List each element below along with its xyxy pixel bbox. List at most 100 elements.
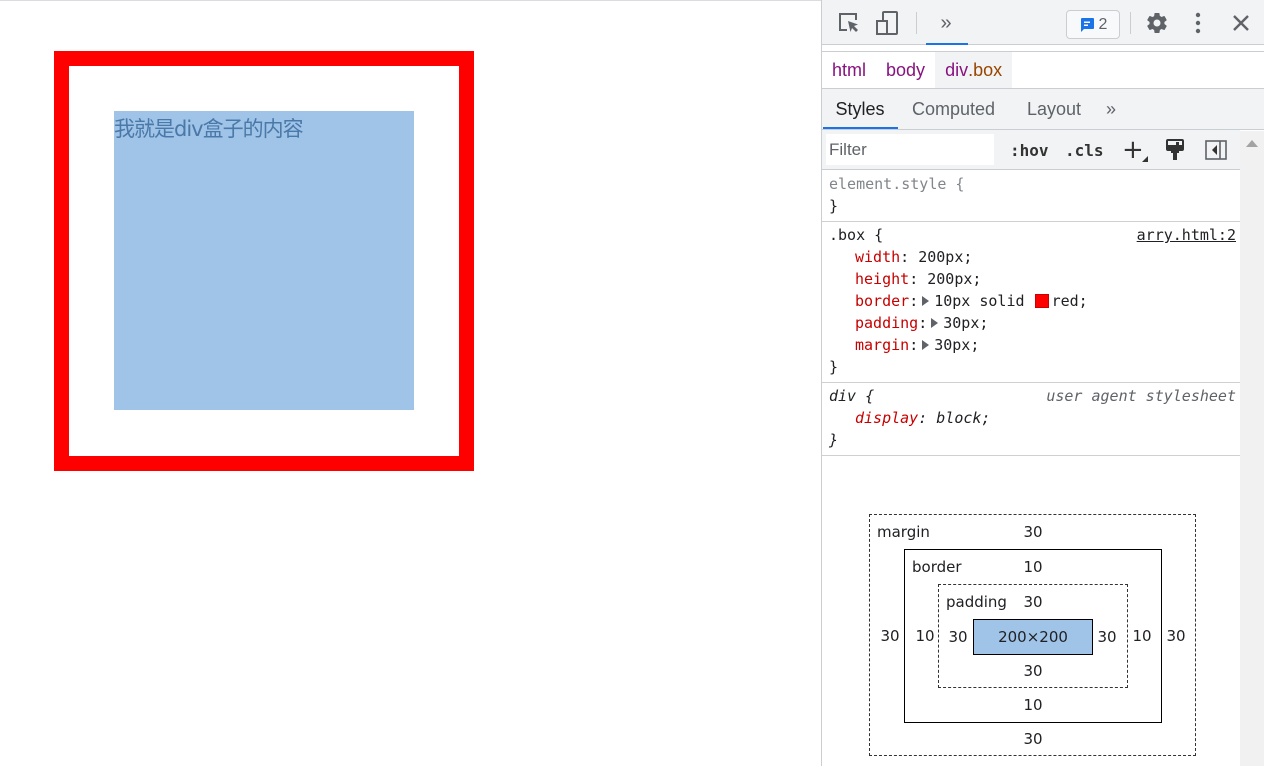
- styles-filter-bar: :hov .cls +: [822, 130, 1240, 170]
- margin-right-value[interactable]: 30: [1166, 627, 1185, 645]
- gear-icon: [1147, 13, 1167, 34]
- rule-source-link[interactable]: arry.html:2: [1137, 224, 1236, 246]
- toggle-element-state-button[interactable]: :hov: [1010, 136, 1049, 164]
- box-model-content[interactable]: 200×200: [973, 619, 1093, 655]
- property-value[interactable]: 200px;: [927, 270, 981, 288]
- sidebar-toggle-icon: [1205, 140, 1227, 160]
- expand-shorthand-icon[interactable]: [922, 340, 930, 350]
- settings-button[interactable]: [1144, 10, 1170, 36]
- property-name[interactable]: width: [855, 248, 900, 266]
- style-property[interactable]: border: 10px solid red;: [829, 290, 1240, 312]
- property-name[interactable]: height: [855, 270, 909, 288]
- toggle-device-toolbar-button[interactable]: [874, 10, 900, 36]
- padding-bottom-value[interactable]: 30: [1023, 662, 1042, 680]
- rendering-emulations-button[interactable]: [1164, 136, 1186, 164]
- div-box[interactable]: 我就是div盒子的内容: [54, 51, 474, 471]
- property-color-value[interactable]: red;: [1052, 292, 1088, 310]
- box-model-diagram: margin 30 30 30 30 border 10 10 10 10 pa…: [869, 514, 1196, 756]
- breadcrumb-div-box[interactable]: div .box: [935, 52, 1013, 88]
- element-classes-button[interactable]: .cls: [1065, 136, 1104, 164]
- more-panels-button[interactable]: »: [926, 10, 966, 36]
- tab-styles[interactable]: Styles: [822, 89, 898, 129]
- breadcrumb-tag: div: [945, 59, 969, 80]
- property-value[interactable]: 200px;: [918, 248, 972, 266]
- property-value[interactable]: 30px;: [943, 314, 988, 332]
- breadcrumb-html[interactable]: html: [822, 52, 876, 88]
- border-right-value[interactable]: 10: [1132, 627, 1151, 645]
- border-top-value[interactable]: 10: [1023, 558, 1042, 576]
- style-property[interactable]: padding: 30px;: [829, 312, 1240, 334]
- expand-shorthand-icon[interactable]: [922, 296, 930, 306]
- rule-close-brace: }: [829, 431, 839, 449]
- div-box-content-highlight: 我就是div盒子的内容: [114, 111, 414, 410]
- rule-selector[interactable]: element.style {: [829, 173, 1240, 195]
- tab-layout[interactable]: Layout: [1027, 89, 1081, 129]
- rule-div-user-agent: div { user agent stylesheet display: blo…: [822, 383, 1240, 456]
- color-swatch[interactable]: [1034, 294, 1049, 308]
- style-property[interactable]: width: 200px;: [829, 246, 1240, 268]
- box-model-padding[interactable]: padding 30 30 30 30 200×200: [938, 584, 1128, 688]
- border-label: border: [912, 558, 962, 576]
- border-left-value[interactable]: 10: [915, 627, 934, 645]
- breadcrumb-body[interactable]: body: [876, 52, 935, 88]
- toolbar-separator: [1130, 12, 1131, 34]
- page-viewport: 我就是div盒子的内容: [0, 0, 821, 766]
- style-property: display: block;: [855, 409, 991, 427]
- margin-left-value[interactable]: 30: [880, 627, 899, 645]
- new-style-rule-button[interactable]: +: [1122, 135, 1144, 165]
- inspect-element-icon: [839, 13, 858, 32]
- devtools-panel: » 2 html body div .box Styles Computed L…: [821, 0, 1264, 766]
- sidebar-tabs: Styles Computed Layout »: [822, 89, 1264, 130]
- padding-label: padding: [946, 593, 1007, 611]
- box-model-border[interactable]: border 10 10 10 10 padding 30 30 30 30 2…: [904, 549, 1162, 723]
- customize-menu-button[interactable]: [1188, 10, 1208, 36]
- breadcrumb: html body div .box: [822, 52, 1264, 89]
- rule-box: .box { arry.html:2 width: 200px; height:…: [822, 222, 1240, 383]
- rule-close-brace: }: [829, 358, 839, 376]
- content-size-value[interactable]: 200×200: [998, 628, 1068, 646]
- devtools-toolbar: » 2: [822, 0, 1264, 45]
- tab-computed[interactable]: Computed: [912, 89, 995, 129]
- rule-element-style: element.style { }: [822, 171, 1240, 222]
- styles-pane: element.style { } .box { arry.html:2 wid…: [822, 171, 1240, 456]
- issues-message-icon: [1080, 17, 1094, 32]
- property-value[interactable]: 10px solid: [934, 292, 1024, 310]
- styles-filter-input[interactable]: [826, 134, 994, 165]
- new-style-rule-dropdown-icon: [1142, 156, 1148, 162]
- toolbar-separator: [916, 12, 917, 34]
- padding-right-value[interactable]: 30: [1097, 628, 1116, 646]
- box-model-margin[interactable]: margin 30 30 30 30 border 10 10 10 10 pa…: [869, 514, 1196, 756]
- device-toolbar-icon: [876, 11, 898, 35]
- style-property[interactable]: height: 200px;: [829, 268, 1240, 290]
- issues-button[interactable]: 2: [1066, 10, 1120, 39]
- issues-count: 2: [1098, 15, 1108, 33]
- padding-top-value[interactable]: 30: [1023, 593, 1042, 611]
- margin-bottom-value[interactable]: 30: [1023, 730, 1042, 748]
- elements-tree-clipped: [822, 45, 1264, 52]
- border-bottom-value[interactable]: 10: [1023, 696, 1042, 714]
- toggle-computed-sidebar-button[interactable]: [1204, 136, 1228, 164]
- property-name[interactable]: margin: [855, 336, 909, 354]
- inspect-element-button[interactable]: [836, 10, 862, 36]
- breadcrumb-tag: body: [886, 59, 926, 80]
- style-property[interactable]: margin: 30px;: [829, 334, 1240, 356]
- styles-scrollbar[interactable]: [1240, 131, 1264, 766]
- padding-left-value[interactable]: 30: [948, 628, 967, 646]
- property-value: block;: [936, 409, 991, 427]
- double-chevron-icon: »: [940, 11, 952, 34]
- breadcrumb-tag: html: [832, 59, 867, 80]
- scroll-up-arrow-icon[interactable]: [1246, 140, 1258, 147]
- margin-label: margin: [877, 523, 930, 541]
- div-box-text: 我就是div盒子的内容: [114, 117, 304, 141]
- margin-top-value[interactable]: 30: [1023, 523, 1042, 541]
- kebab-menu-icon: [1195, 12, 1201, 34]
- more-tabs-button[interactable]: »: [1106, 89, 1116, 129]
- property-name[interactable]: border: [855, 292, 909, 310]
- property-value[interactable]: 30px;: [934, 336, 979, 354]
- expand-shorthand-icon[interactable]: [931, 318, 939, 328]
- property-name[interactable]: padding: [855, 314, 918, 332]
- rule-source-label: user agent stylesheet: [1046, 387, 1236, 405]
- close-icon: [1233, 15, 1249, 31]
- close-devtools-button[interactable]: [1228, 10, 1254, 36]
- active-tab-indicator: [823, 127, 898, 129]
